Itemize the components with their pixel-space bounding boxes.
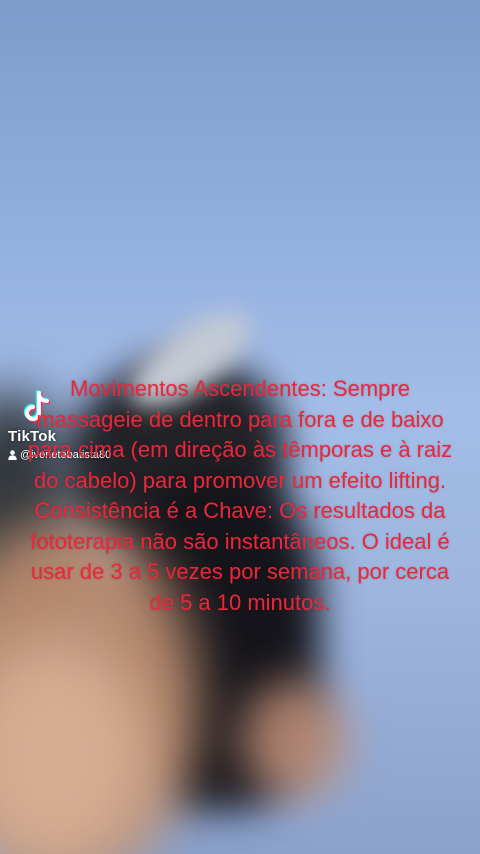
caption-paragraph-ascending-movements: Movimentos Ascendentes: Sempre massageie… <box>27 376 453 493</box>
blurred-thumb <box>240 680 350 800</box>
caption-paragraph-consistency: Consistência é a Chave: Os resultados da… <box>30 498 450 615</box>
person-icon <box>8 450 17 460</box>
caption-overlay: Movimentos Ascendentes: Sempre massageie… <box>18 374 462 618</box>
